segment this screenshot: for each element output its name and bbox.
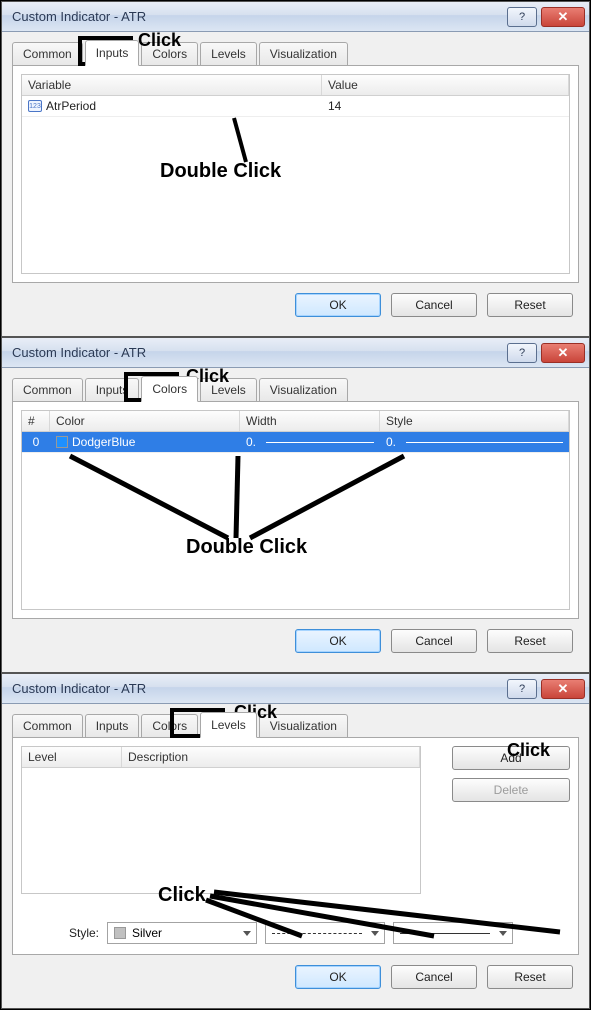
tabstrip: Common Inputs Colors Levels Visualizatio… [12,376,579,402]
titlebar: Custom Indicator - ATR ? ✕ [2,674,589,704]
close-button[interactable]: ✕ [541,679,585,699]
col-variable[interactable]: Variable [22,75,322,95]
color-swatch [56,436,68,448]
integer-icon: 123 [28,100,42,112]
tab-levels[interactable]: Levels [200,712,257,738]
add-button[interactable]: Add [452,746,570,770]
dialog-inputs: Custom Indicator - ATR ? ✕ Common Inputs… [1,1,590,337]
inputs-table: Variable Value 123 AtrPeriod 14 [21,74,570,274]
levels-table: Level Description [21,746,421,894]
tab-colors[interactable]: Colors [141,376,198,402]
style-preview [406,442,563,443]
reset-button[interactable]: Reset [487,293,573,317]
style-color-name: Silver [132,926,162,940]
cell-variable: AtrPeriod [46,99,96,113]
cancel-button[interactable]: Cancel [391,629,477,653]
help-button[interactable]: ? [507,7,537,27]
col-color[interactable]: Color [50,411,240,431]
colors-table: # Color Width Style 0 DodgerBlue 0. [21,410,570,610]
cell-num: 0 [22,432,50,452]
reset-button[interactable]: Reset [487,965,573,989]
cancel-button[interactable]: Cancel [391,965,477,989]
close-icon: ✕ [558,9,569,25]
help-icon: ? [519,347,525,359]
reset-button[interactable]: Reset [487,629,573,653]
close-icon: ✕ [558,345,569,361]
tabpage-levels: Level Description Add Delete Style: Silv… [12,737,579,955]
close-button[interactable]: ✕ [541,7,585,27]
ok-button[interactable]: OK [295,965,381,989]
ok-button[interactable]: OK [295,293,381,317]
help-icon: ? [519,683,525,695]
style-color-select[interactable]: Silver [107,922,257,944]
cell-width: 0. [246,435,256,449]
close-icon: ✕ [558,681,569,697]
cell-color-name: DodgerBlue [72,435,135,449]
titlebar: Custom Indicator - ATR ? ✕ [2,338,589,368]
help-icon: ? [519,11,525,23]
color-swatch [114,927,126,939]
col-style[interactable]: Style [380,411,569,431]
col-num[interactable]: # [22,411,50,431]
tabpage-colors: # Color Width Style 0 DodgerBlue 0. [12,401,579,619]
tabpage-inputs: Variable Value 123 AtrPeriod 14 [12,65,579,283]
style-width-select[interactable] [393,922,513,944]
help-button[interactable]: ? [507,343,537,363]
tabstrip: Common Inputs Colors Levels Visualizatio… [12,40,579,66]
tab-inputs[interactable]: Inputs [85,40,140,66]
titlebar: Custom Indicator - ATR ? ✕ [2,2,589,32]
col-description[interactable]: Description [122,747,420,767]
table-row[interactable]: 0 DodgerBlue 0. 0. [22,432,569,453]
col-width[interactable]: Width [240,411,380,431]
window-title: Custom Indicator - ATR [12,681,503,696]
table-row[interactable]: 123 AtrPeriod 14 [22,96,569,117]
cancel-button[interactable]: Cancel [391,293,477,317]
col-level[interactable]: Level [22,747,122,767]
dialog-levels: Custom Indicator - ATR ? ✕ Common Inputs… [1,673,590,1009]
window-title: Custom Indicator - ATR [12,345,503,360]
style-label: Style: [69,926,99,940]
width-preview [266,442,374,443]
cell-style: 0. [386,435,396,449]
close-button[interactable]: ✕ [541,343,585,363]
help-button[interactable]: ? [507,679,537,699]
ok-button[interactable]: OK [295,629,381,653]
delete-button: Delete [452,778,570,802]
cell-value[interactable]: 14 [322,96,569,116]
col-value[interactable]: Value [322,75,569,95]
dialog-colors: Custom Indicator - ATR ? ✕ Common Inputs… [1,337,590,673]
style-line-select[interactable] [265,922,385,944]
window-title: Custom Indicator - ATR [12,9,503,24]
tabstrip: Common Inputs Colors Levels Visualizatio… [12,712,579,738]
